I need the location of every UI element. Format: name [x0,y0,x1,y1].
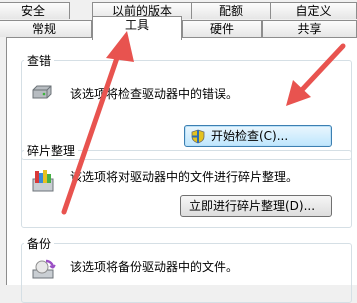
shield-icon [191,129,205,150]
tab-quota[interactable]: 配额 [191,2,271,19]
tab-security[interactable]: 安全 [0,2,70,19]
backup-icon [32,258,56,283]
start-check-button[interactable]: 开始检查(C)... [184,125,332,147]
tab-hardware[interactable]: 硬件 [182,20,262,37]
backup-description: 该选项将备份驱动器中的文件。 [70,260,239,274]
tab-sharing[interactable]: 共享 [262,20,357,37]
group-defrag: 碎片整理 该选项将对驱动器中的文件进行碎片整理。 立即进行碎片整理(D)... [21,142,352,228]
tab-general[interactable]: 常规 [0,20,92,37]
tab-tools[interactable]: 工具 [92,16,182,40]
tab-customize[interactable]: 自定义 [270,2,357,19]
defrag-now-button-label: 立即进行碎片整理(D)... [189,199,316,213]
group-title-defrag: 碎片整理 [24,142,79,159]
defrag-description: 该选项将对驱动器中的文件进行碎片整理。 [70,170,299,184]
group-title-backup: 备份 [24,235,55,252]
start-check-button-label: 开始检查(C)... [211,129,289,143]
defrag-icon [32,169,54,196]
drive-check-icon [31,85,53,102]
group-title-error-check: 查错 [24,52,55,69]
defrag-now-button[interactable]: 立即进行碎片整理(D)... [180,195,332,217]
group-backup: 备份 该选项将备份驱动器中的文件。 [21,235,352,303]
error-check-description: 该选项将检查驱动器中的错误。 [70,87,239,101]
tools-panel: 查错 该选项将检查驱动器中的错误。 开始检查(C)... 碎片整理 该选项将对驱… [6,37,357,303]
